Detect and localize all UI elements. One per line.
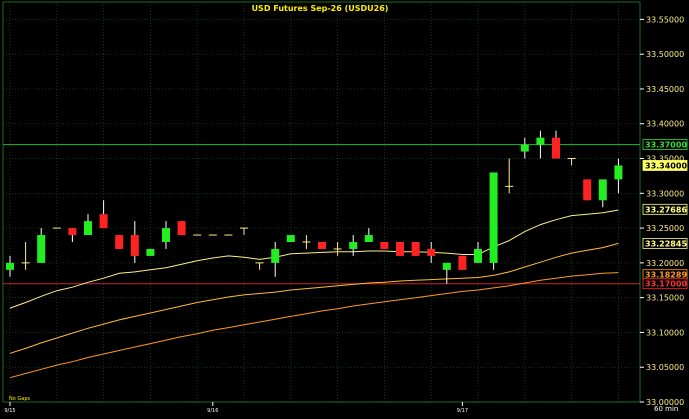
x-tick-label: 9/17 <box>457 408 468 414</box>
candle <box>411 242 420 256</box>
timeframe-label: 60 min <box>654 405 678 413</box>
candle-body <box>583 179 592 201</box>
price-tag: 33.37000 <box>642 139 687 151</box>
price-tag: 33.18289 <box>642 269 687 281</box>
candle-body <box>427 248 436 256</box>
candle-body <box>177 221 186 236</box>
candle-body <box>380 242 389 249</box>
y-tick-label: 33.15000 <box>646 294 684 303</box>
footer-note: No Gaps <box>9 396 31 402</box>
candle-body <box>37 235 46 263</box>
candle <box>177 221 186 236</box>
price-tag-label: 33.37000 <box>645 141 687 150</box>
price-tag-label: 33.27686 <box>645 205 687 214</box>
candle-body <box>271 248 280 263</box>
y-tick-label: 33.30000 <box>646 189 684 198</box>
y-tick-label: 33.10000 <box>646 328 684 337</box>
candle-body <box>115 235 124 249</box>
candle <box>583 179 592 201</box>
x-axis: 9/15 9/16 9/17 <box>0 402 640 415</box>
candle <box>489 172 498 270</box>
candle-body <box>349 242 358 249</box>
candle-body <box>68 228 77 236</box>
price-tag: 33.22845 <box>642 237 687 249</box>
candle-body <box>396 242 404 256</box>
y-tick-label: 33.50000 <box>646 50 684 59</box>
candle-body <box>442 262 451 270</box>
y-tick-label: 33.05000 <box>646 363 684 372</box>
candle <box>458 255 467 270</box>
candle <box>115 235 124 249</box>
candle-body <box>286 235 295 242</box>
candle <box>396 242 404 256</box>
candle-body <box>6 262 14 270</box>
price-tag-label: 33.22845 <box>645 239 687 248</box>
y-tick-label: 33.40000 <box>646 120 684 129</box>
candle-body <box>458 255 467 270</box>
candle-body <box>614 165 623 180</box>
candle-body <box>520 144 529 152</box>
candle-body <box>536 137 545 145</box>
chart-title: USD Futures Sep-26 (USDU26) <box>252 4 389 13</box>
price-tag-label: 33.17000 <box>645 280 687 289</box>
candle-body <box>318 242 326 249</box>
price-tag: 33.27686 <box>642 203 687 215</box>
candle-body <box>411 242 420 256</box>
candle-body <box>99 214 108 229</box>
candle-body <box>474 248 482 263</box>
candle <box>318 242 326 249</box>
x-tick-label: 9/15 <box>4 408 15 414</box>
candle <box>286 235 295 242</box>
x-axis-band <box>0 403 640 415</box>
candle-body <box>162 228 170 242</box>
x-tick-label: 9/16 <box>207 408 218 414</box>
candle-body <box>489 172 498 263</box>
candle-body <box>146 248 155 256</box>
candlestick-chart: 33.0000033.0500033.1000033.1500033.20000… <box>0 0 689 415</box>
y-tick-label: 33.45000 <box>646 85 684 94</box>
candle <box>146 248 155 256</box>
chart: 33.00000 33.05000 33.10000 33.15000 33.20000… <box>0 0 689 415</box>
candle-body <box>130 235 139 256</box>
y-tick-label: 33.20000 <box>646 259 684 268</box>
price-tag: 33.34000 <box>642 160 687 171</box>
candle-body <box>598 179 607 201</box>
candle-body <box>84 221 92 236</box>
candle-body <box>552 137 560 159</box>
candle-body <box>364 235 373 242</box>
y-tick-label: 33.25000 <box>646 224 684 233</box>
candle <box>380 242 389 249</box>
price-tag-label: 33.34000 <box>645 161 687 170</box>
y-tick-label: 33.55000 <box>646 15 684 24</box>
price-tag: 33.17000 <box>642 278 687 290</box>
